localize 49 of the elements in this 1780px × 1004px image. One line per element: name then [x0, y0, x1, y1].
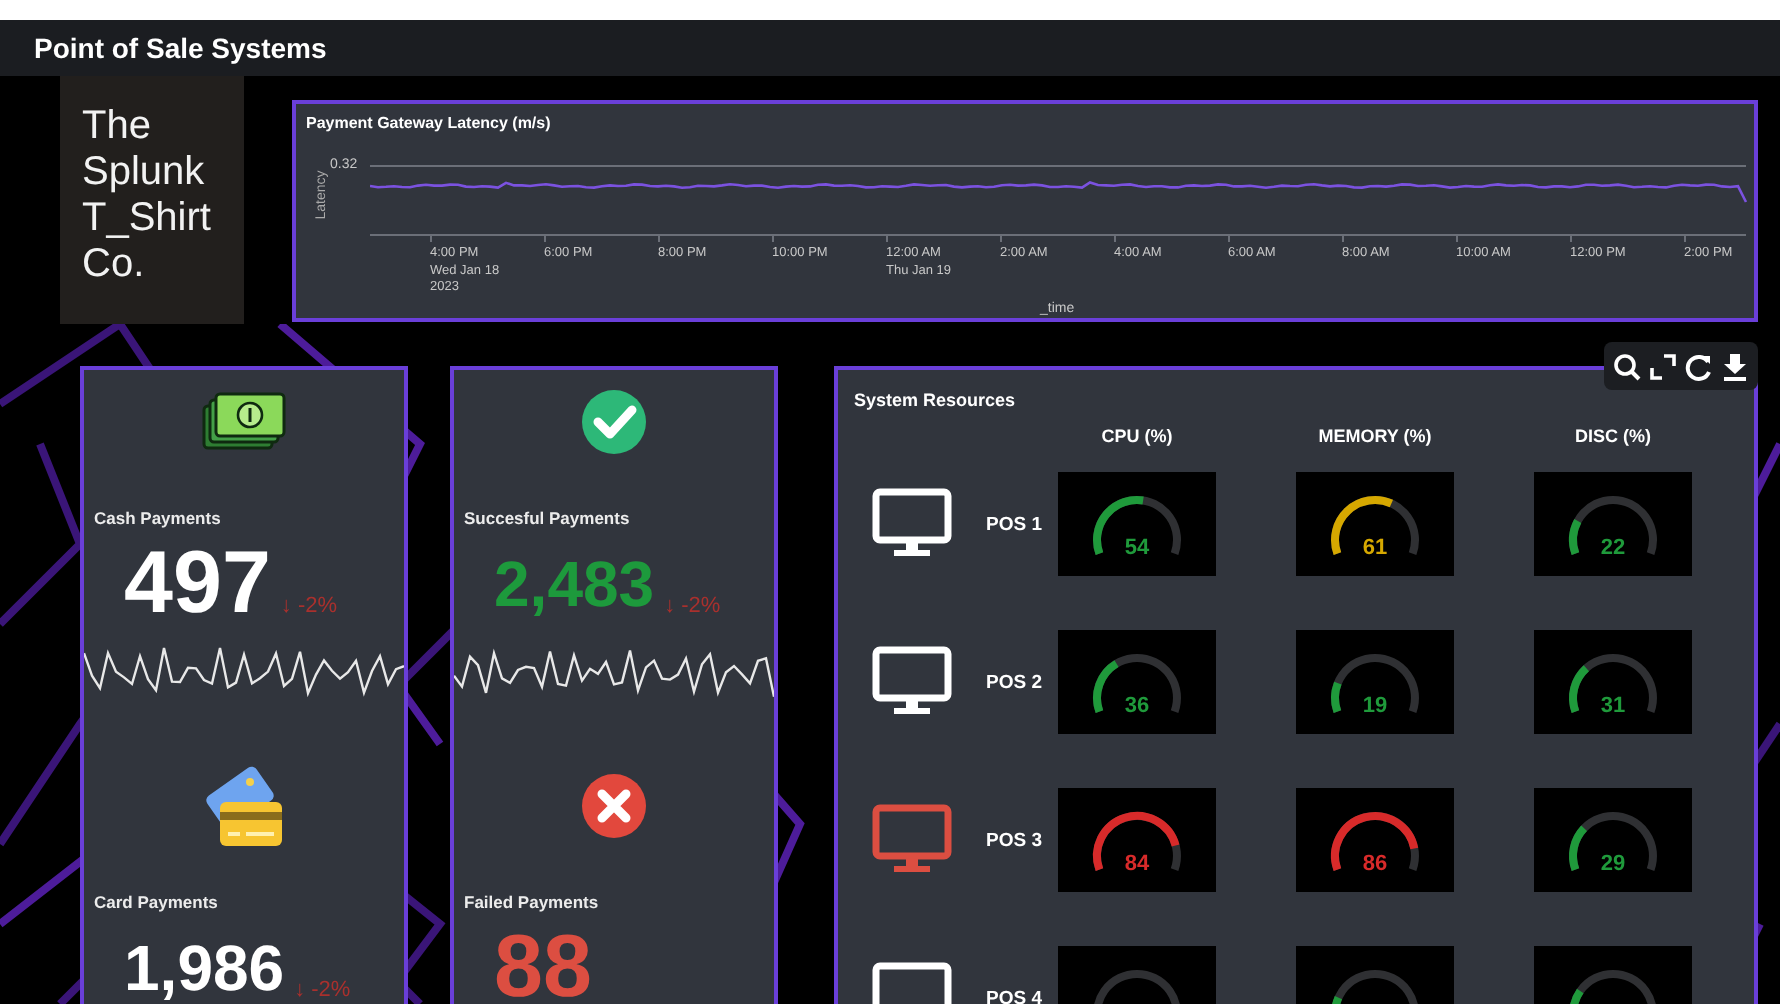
gauge-dial [1331, 654, 1419, 713]
gauge-value: 19 [1362, 694, 1388, 718]
device-name: POS 2 [986, 671, 1042, 693]
gauge-dial [1569, 654, 1657, 713]
metric-change: ↓ -2% [280, 594, 338, 618]
metric-label: Card Payments [94, 890, 218, 914]
logo-text: The Splunk T_Shirt Co. [82, 104, 211, 288]
check-icon [580, 388, 648, 456]
gauge-dial [1093, 970, 1181, 1004]
gauge-value: 31 [1600, 694, 1626, 718]
metric-value: 88 [494, 922, 592, 1004]
gauge-dial [1331, 496, 1419, 555]
device-name: POS 1 [986, 513, 1042, 535]
gauge-dial [1331, 812, 1419, 871]
gauge-value: 84 [1124, 852, 1150, 876]
gauge-dial [1569, 970, 1657, 1004]
metric-change: ↓ -2% [294, 978, 351, 1002]
gauge-value: 54 [1124, 536, 1150, 560]
gauge-dial [1093, 654, 1181, 713]
cash-icon [202, 392, 286, 452]
column-header: CPU (%) [1099, 424, 1175, 448]
gauge-dial [1093, 811, 1181, 871]
gauge-dial [1331, 970, 1419, 1004]
credit-card-icon [202, 762, 286, 850]
gauge-value: 86 [1362, 852, 1388, 876]
metric-value: 1,986 [124, 930, 285, 1004]
expand-button[interactable] [1645, 349, 1680, 383]
column-header: MEMORY (%) [1316, 424, 1434, 448]
gauge-value: 36 [1124, 694, 1150, 718]
dashboard-header: Point of Sale Systems [0, 20, 1780, 76]
metric-change: ↓ -2% [664, 594, 721, 618]
gauge-dial [1569, 812, 1657, 871]
panel-title: System Resources [854, 388, 1016, 414]
gauge-value: 61 [1362, 536, 1388, 560]
metric-value: 2,483 [494, 546, 655, 624]
metric-value: 497 [124, 538, 271, 630]
chart-title: Payment Gateway Latency (m/s) [306, 114, 551, 132]
device-name: POS 4 [986, 987, 1042, 1004]
gauge-value: 22 [1600, 536, 1626, 560]
error-icon [580, 772, 648, 840]
gauge-dial [1569, 496, 1657, 555]
column-header: DISC (%) [1573, 424, 1653, 448]
search-button[interactable] [1609, 349, 1644, 383]
gauge-dial [1093, 496, 1181, 555]
device-name: POS 3 [986, 829, 1042, 851]
metric-label: Succesful Payments [464, 506, 630, 530]
metric-label: Failed Payments [464, 890, 599, 914]
metric-label: Cash Payments [94, 506, 221, 530]
gauge-value: 29 [1600, 852, 1626, 876]
